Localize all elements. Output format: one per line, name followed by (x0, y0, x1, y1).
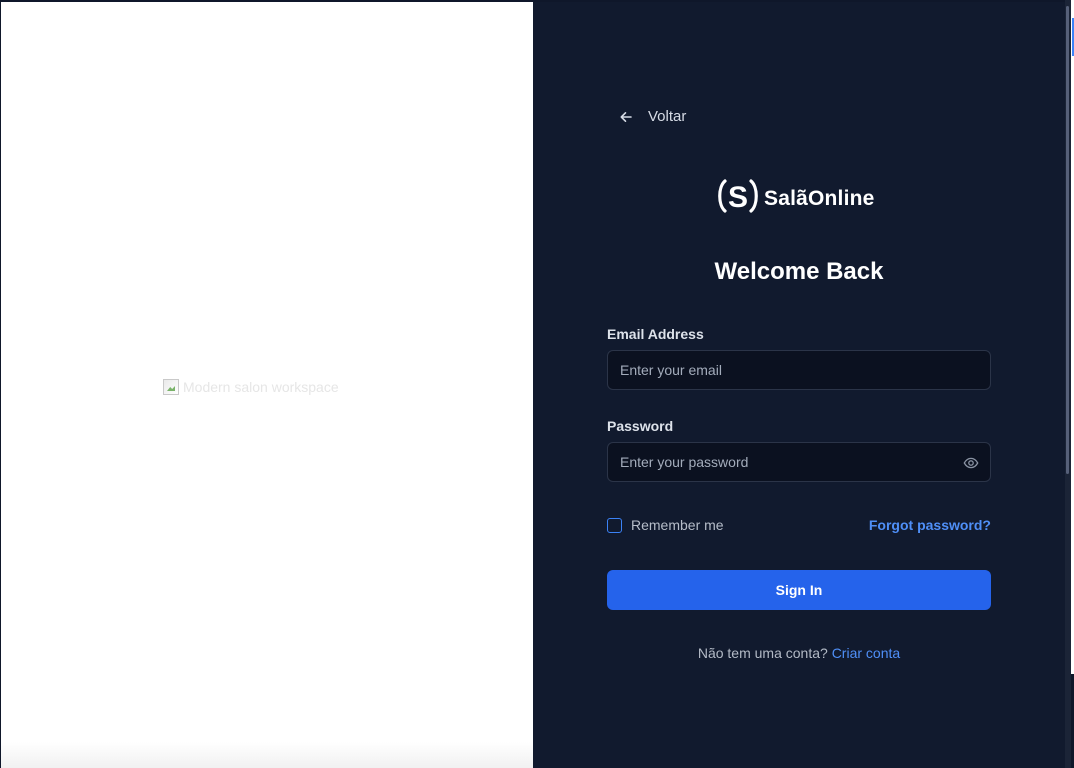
email-field[interactable] (620, 351, 950, 389)
eye-icon[interactable] (963, 455, 979, 471)
remember-me[interactable]: Remember me (607, 517, 724, 533)
password-field-box (607, 442, 991, 482)
create-account-link[interactable]: Criar conta (832, 645, 900, 661)
hero-image-panel: Modern salon workspace (1, 2, 533, 768)
email-field-box (607, 350, 991, 390)
remember-me-checkbox[interactable] (607, 517, 622, 533)
signup-prompt-text: Não tem uma conta? (697, 645, 828, 661)
password-field[interactable] (620, 443, 950, 481)
forgot-password-link[interactable]: Forgot password? (869, 517, 991, 533)
app-window: Modern salon workspace Voltar S SalãOnli… (0, 0, 1074, 768)
svg-text:S: S (728, 181, 748, 214)
back-link-label: Voltar (648, 108, 687, 125)
back-link[interactable]: Voltar (618, 108, 686, 125)
email-label: Email Address (607, 326, 704, 342)
password-label: Password (607, 418, 674, 434)
signup-prompt: Não tem uma conta? Criar conta (607, 645, 991, 661)
scrollbar-thumb[interactable] (1066, 6, 1069, 474)
left-panel-bottom-fade (1, 742, 533, 768)
arrow-left-icon (618, 109, 634, 125)
remember-me-label: Remember me (631, 517, 724, 533)
sign-in-button[interactable]: Sign In (607, 570, 991, 610)
hero-image-alt-text: Modern salon workspace (183, 379, 339, 395)
brand-logo: S SalãOnline (716, 178, 875, 219)
logo-s-icon: S (716, 178, 760, 219)
hero-image: Modern salon workspace (163, 379, 339, 395)
page-title: Welcome Back (714, 258, 884, 285)
brand-name: SalãOnline (764, 186, 875, 210)
broken-image-icon (163, 379, 179, 395)
